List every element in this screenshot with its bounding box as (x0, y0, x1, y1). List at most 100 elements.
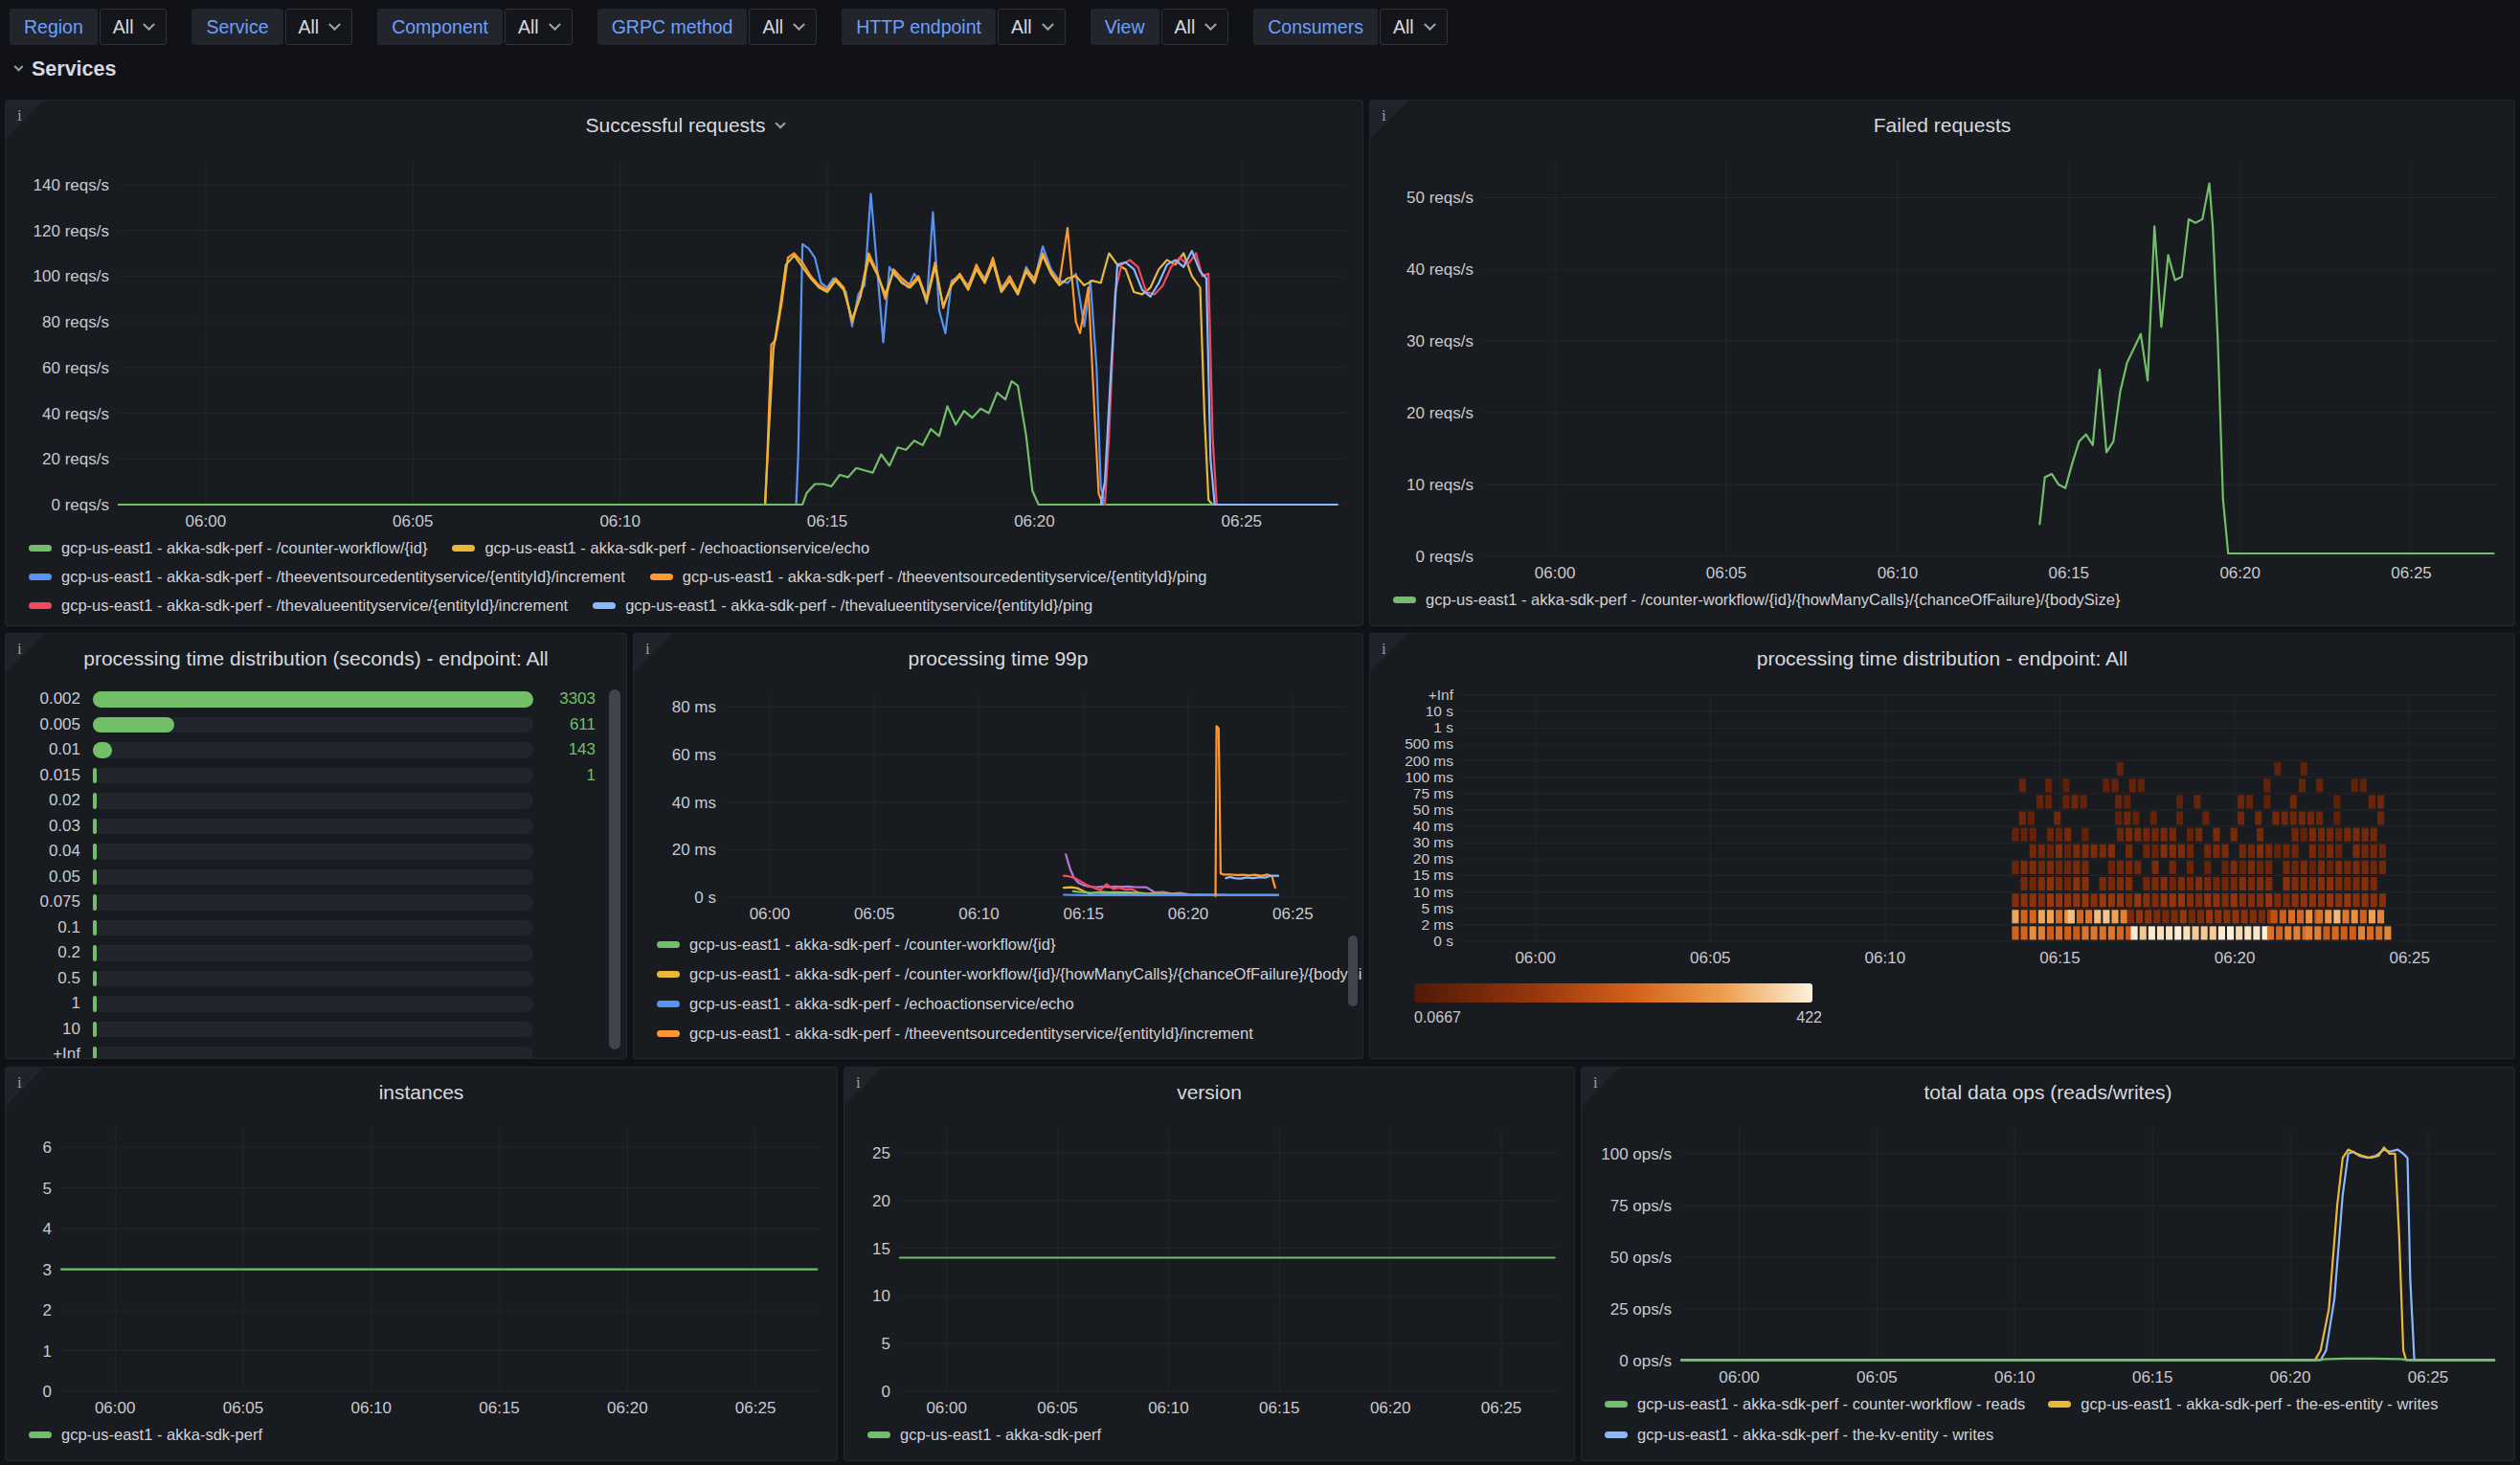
panel-info-corner[interactable] (634, 634, 672, 672)
legend-item[interactable]: gcp-us-east1 - akka-sdk-perf - /counter-… (657, 961, 1355, 986)
time-series-chart: 0 reqs/s10 reqs/s20 reqs/s30 reqs/s40 re… (1370, 150, 2514, 587)
svg-text:06:00: 06:00 (95, 1399, 136, 1417)
panel-title[interactable]: processing time distribution - endpoint:… (1370, 634, 2514, 684)
filter-label-button[interactable]: View (1091, 9, 1159, 45)
svg-text:06:25: 06:25 (1222, 512, 1263, 530)
histogram-row: +Inf (17, 1047, 596, 1058)
legend-item[interactable]: gcp-us-east1 - akka-sdk-perf - /counter-… (29, 535, 427, 560)
legend-item[interactable]: gcp-us-east1 - akka-sdk-perf - the-es-en… (2048, 1391, 2438, 1416)
svg-text:30 ms: 30 ms (1413, 834, 1453, 850)
filter-label-button[interactable]: GRPC method (597, 9, 748, 45)
svg-text:140 reqs/s: 140 reqs/s (34, 176, 109, 194)
svg-text:06:15: 06:15 (2039, 949, 2081, 967)
panel-info-corner[interactable] (844, 1068, 883, 1106)
svg-text:40 reqs/s: 40 reqs/s (1406, 260, 1474, 279)
panel-title[interactable]: Successful requests (6, 101, 1362, 150)
panel-info-corner[interactable] (6, 634, 44, 672)
panel-instances: i instances 012345606:0006:0506:1006:150… (5, 1067, 838, 1461)
filter-label-button[interactable]: Component (377, 9, 503, 45)
filter-value-dropdown[interactable]: All (285, 9, 353, 45)
legend-item[interactable]: gcp-us-east1 - akka-sdk-perf - /echoacti… (657, 991, 1355, 1016)
legend-series-swatch (650, 574, 673, 580)
legend-series-label: gcp-us-east1 - akka-sdk-perf - /counter-… (61, 539, 427, 557)
svg-text:1: 1 (43, 1342, 52, 1361)
legend-item[interactable]: gcp-us-east1 - akka-sdk-perf (867, 1422, 1101, 1447)
svg-text:50 reqs/s: 50 reqs/s (1406, 189, 1474, 207)
svg-text:06:05: 06:05 (223, 1399, 264, 1417)
legend-series-swatch (1393, 597, 1416, 603)
bucket-label: 0.5 (17, 969, 80, 988)
bucket-label: 0.04 (17, 842, 80, 861)
bucket-bar (93, 945, 97, 961)
filter-label-button[interactable]: Consumers (1253, 9, 1378, 45)
panel-info-corner[interactable] (1582, 1068, 1620, 1106)
legend-item[interactable]: gcp-us-east1 - akka-sdk-perf - /theevent… (650, 564, 1207, 589)
filter-value-dropdown[interactable]: All (100, 9, 168, 45)
svg-text:06:05: 06:05 (1856, 1368, 1898, 1386)
panel-title[interactable]: total data ops (reads/writes) (1582, 1068, 2514, 1117)
bucket-bar (93, 844, 97, 860)
svg-text:06:25: 06:25 (2408, 1368, 2449, 1386)
panel-info-corner[interactable] (1370, 101, 1408, 139)
legend-item[interactable]: gcp-us-east1 - akka-sdk-perf - /echoacti… (452, 535, 869, 560)
legend-series-swatch (2048, 1401, 2071, 1408)
svg-text:50 ops/s: 50 ops/s (1610, 1249, 1672, 1267)
legend-item[interactable]: gcp-us-east1 - akka-sdk-perf - counter-w… (1605, 1391, 2025, 1416)
bucket-track (93, 742, 533, 758)
filter-label-button[interactable]: Service (191, 9, 282, 45)
histogram-row: 0.0151 (17, 768, 596, 784)
bucket-bar (93, 869, 97, 886)
filter-label-button[interactable]: Region (10, 9, 98, 45)
bucket-track (93, 819, 533, 835)
panel-title[interactable]: processing time 99p (634, 634, 1362, 684)
panel-title[interactable]: Failed requests (1370, 101, 2514, 150)
legend-item[interactable]: gcp-us-east1 - akka-sdk-perf - /theevent… (657, 1021, 1355, 1046)
svg-text:06:10: 06:10 (1994, 1368, 2036, 1386)
histogram-row: 0.02 (17, 793, 596, 809)
legend-item[interactable]: gcp-us-east1 - akka-sdk-perf - /thevalue… (29, 593, 568, 618)
svg-text:120 reqs/s: 120 reqs/s (34, 222, 109, 240)
bucket-bar (93, 971, 97, 987)
filter-value-dropdown[interactable]: All (998, 9, 1066, 45)
filter-value-dropdown[interactable]: All (1161, 9, 1229, 45)
legend-item[interactable]: gcp-us-east1 - akka-sdk-perf (29, 1422, 262, 1447)
filter-value-dropdown[interactable]: All (505, 9, 573, 45)
svg-text:30 reqs/s: 30 reqs/s (1406, 332, 1474, 350)
legend-item[interactable]: gcp-us-east1 - akka-sdk-perf - /thevalue… (593, 593, 1092, 618)
chevron-down-icon (1424, 18, 1436, 31)
legend-series-swatch (29, 602, 52, 609)
svg-text:06:10: 06:10 (599, 512, 641, 530)
legend-item[interactable]: gcp-us-east1 - akka-sdk-perf - the-kv-en… (1605, 1422, 1993, 1447)
legend-item[interactable]: gcp-us-east1 - akka-sdk-perf - /counter-… (1393, 587, 2120, 612)
svg-text:06:00: 06:00 (186, 512, 227, 530)
histogram-row: 0.1 (17, 920, 596, 936)
scrollbar[interactable] (609, 689, 620, 1049)
svg-text:06:00: 06:00 (1535, 564, 1576, 582)
svg-text:10 s: 10 s (1426, 703, 1454, 719)
panel-title[interactable]: version (844, 1068, 1574, 1117)
legend-item[interactable]: gcp-us-east1 - akka-sdk-perf - /theevent… (29, 564, 625, 589)
scrollbar[interactable] (1348, 935, 1358, 1006)
info-icon: i (17, 640, 22, 659)
histogram-rows: 0.00233030.0056110.011430.01510.020.030.… (6, 684, 626, 1058)
panel-title[interactable]: processing time distribution (seconds) -… (6, 634, 626, 684)
svg-text:50 ms: 50 ms (1413, 801, 1453, 818)
panel-total-data-ops: i total data ops (reads/writes) 0 ops/s2… (1581, 1067, 2515, 1461)
filter-label-button[interactable]: HTTP endpoint (842, 9, 996, 45)
panel-title[interactable]: instances (6, 1068, 837, 1117)
legend-series-swatch (29, 1431, 52, 1438)
panel-info-corner[interactable] (1370, 634, 1408, 672)
chart-legend: gcp-us-east1 - akka-sdk-perf (6, 1422, 837, 1460)
svg-text:06:15: 06:15 (2049, 564, 2090, 582)
bucket-track (93, 869, 533, 886)
filter-value-dropdown[interactable]: All (749, 9, 817, 45)
filter-value-dropdown[interactable]: All (1380, 9, 1448, 45)
svg-text:5: 5 (882, 1335, 890, 1353)
row-section-services[interactable]: Services (15, 57, 116, 81)
svg-text:06:15: 06:15 (2132, 1368, 2173, 1386)
panel-info-corner[interactable] (6, 1068, 44, 1106)
legend-item[interactable]: gcp-us-east1 - akka-sdk-perf - /counter-… (657, 932, 1355, 957)
filter-region: RegionAll (10, 9, 167, 45)
svg-text:06:20: 06:20 (1370, 1399, 1411, 1417)
panel-info-corner[interactable] (6, 101, 44, 139)
